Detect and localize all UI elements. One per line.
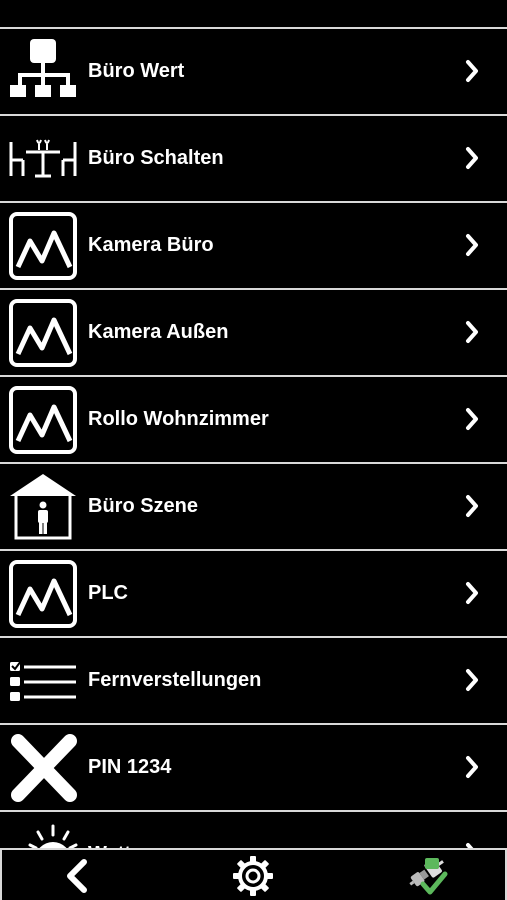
chevron-right-icon	[465, 581, 479, 605]
chevron-right-icon	[465, 407, 479, 431]
connection-status-button[interactable]	[405, 854, 449, 898]
back-button[interactable]	[56, 854, 100, 898]
item-label: Kamera Büro	[88, 234, 214, 256]
house-person-icon	[8, 472, 78, 542]
network-icon	[8, 37, 78, 107]
list-item-kamera-aussen[interactable]: Kamera Außen	[0, 290, 507, 377]
item-label: Rollo Wohnzimmer	[88, 408, 269, 430]
chevron-right-icon	[465, 494, 479, 518]
settings-button[interactable]	[231, 854, 275, 898]
item-label: PLC	[88, 582, 128, 604]
chart-icon	[8, 385, 78, 455]
list-item-wetter[interactable]: Wetter	[0, 812, 507, 848]
chart-icon	[8, 298, 78, 368]
list-item-kamera-buero[interactable]: Kamera Büro	[0, 203, 507, 290]
item-label: Büro Wert	[88, 60, 185, 82]
chart-icon	[8, 559, 78, 629]
list-item-fernverstellungen[interactable]: Fernverstellungen	[0, 638, 507, 725]
bottom-toolbar	[0, 848, 507, 900]
chevron-right-icon	[465, 59, 479, 83]
chevron-right-icon	[465, 146, 479, 170]
list-item-plc[interactable]: PLC	[0, 551, 507, 638]
list-item-buero-szene[interactable]: Büro Szene	[0, 464, 507, 551]
chevron-right-icon	[465, 755, 479, 779]
toolbar-left-edge	[0, 848, 2, 900]
item-label: Fernverstellungen	[88, 669, 262, 691]
chevron-right-icon	[465, 668, 479, 692]
checklist-icon	[8, 646, 78, 716]
list-item-rollo-wohnzimmer[interactable]: Rollo Wohnzimmer	[0, 377, 507, 464]
chevron-right-icon	[465, 233, 479, 257]
chevron-right-icon	[465, 320, 479, 344]
sun-icon	[8, 820, 78, 848]
item-label: Büro Szene	[88, 495, 199, 517]
item-label: PIN 1234	[88, 756, 172, 778]
x-cross-icon	[8, 733, 78, 803]
list-item-buero-wert[interactable]: Büro Wert	[0, 29, 507, 116]
list-item-pin[interactable]: PIN 1234	[0, 725, 507, 812]
connection-check-icon	[409, 858, 448, 895]
gear-icon	[233, 856, 273, 896]
table-chairs-icon	[8, 124, 78, 194]
list-item-buero-schalten[interactable]: Büro Schalten	[0, 116, 507, 203]
back-arrow-icon	[67, 859, 87, 893]
item-label: Kamera Außen	[88, 321, 229, 343]
chart-icon	[8, 211, 78, 281]
item-label: Büro Schalten	[88, 147, 224, 169]
menu-list: Büro Wert Büro Schalten Kamera Büro Kame…	[0, 0, 507, 848]
item-label: Wetter	[88, 812, 150, 848]
